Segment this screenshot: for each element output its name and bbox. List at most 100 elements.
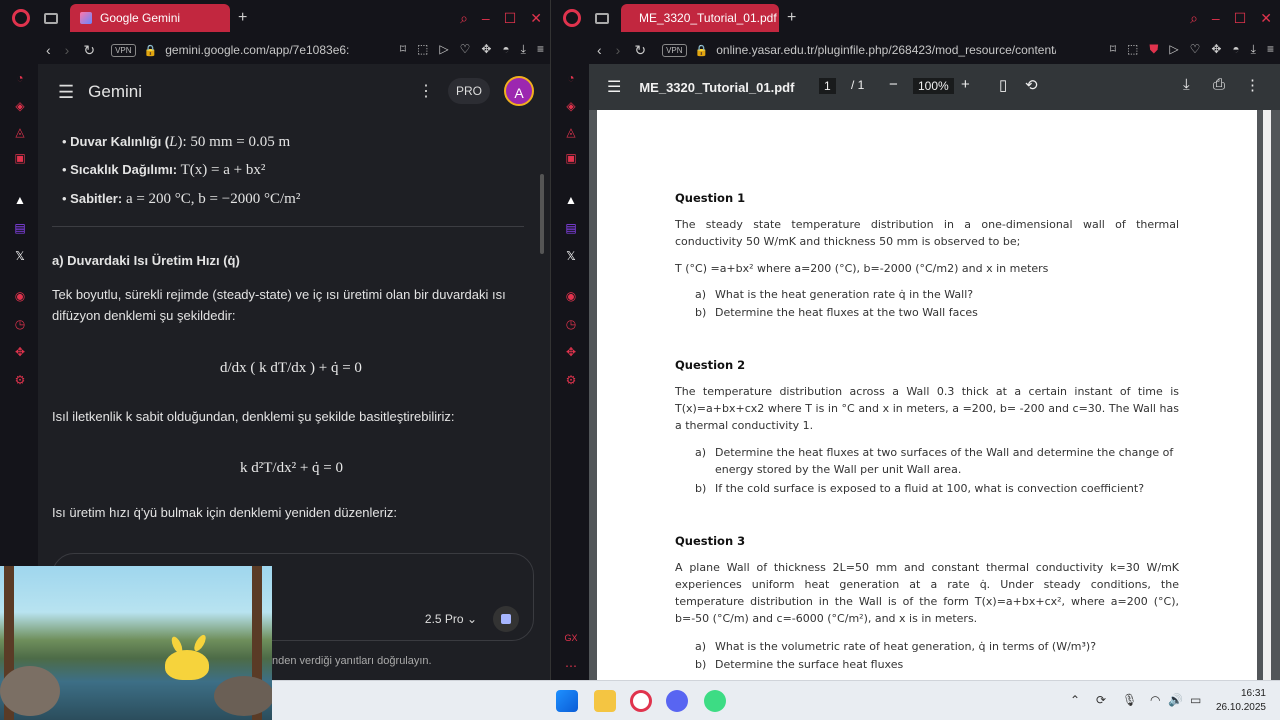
close-button[interactable]: ✕: [1260, 10, 1272, 27]
aria-icon[interactable]: ◔: [12, 70, 28, 86]
ai-icon[interactable]: ▲: [12, 192, 28, 208]
rotate-icon[interactable]: ⟲: [1025, 76, 1038, 94]
discord-icon[interactable]: [666, 690, 688, 712]
workspaces-icon[interactable]: [595, 12, 609, 24]
snapshot-icon[interactable]: ⬚: [417, 42, 428, 57]
maximize-button[interactable]: ☐: [504, 10, 517, 27]
twitch-icon[interactable]: ▤: [563, 220, 579, 236]
new-tab-button[interactable]: +: [238, 9, 247, 27]
more-sidebar-icon[interactable]: ⋯: [563, 658, 579, 674]
heart-icon[interactable]: ♡: [1190, 42, 1201, 57]
model-selector[interactable]: 2.5 Pro ⌄: [425, 612, 477, 626]
menu-icon[interactable]: ≡: [537, 42, 544, 57]
page-number-input[interactable]: 1: [819, 78, 836, 94]
minimize-button[interactable]: –: [482, 10, 490, 27]
vpn-badge[interactable]: VPN: [662, 43, 687, 57]
zoom-in-button[interactable]: +: [961, 76, 970, 93]
reload-button[interactable]: ↻: [83, 42, 95, 59]
tab-pdf[interactable]: ME_3320_Tutorial_01.pdf: [621, 4, 779, 32]
adblock-icon[interactable]: ⛊: [1149, 42, 1158, 57]
opera-gx-taskbar-icon[interactable]: [630, 690, 652, 712]
extensions-sidebar-icon[interactable]: ✥: [12, 344, 28, 360]
bookmark-icon[interactable]: ⌑: [1110, 42, 1116, 57]
extensions-icon[interactable]: ✥: [1211, 42, 1221, 57]
url-field[interactable]: gemini.google.com/app/7e1083e6:: [165, 43, 349, 57]
gx-icon[interactable]: GX: [563, 630, 579, 646]
messenger-icon[interactable]: ◬: [12, 124, 28, 140]
pinboard-icon[interactable]: ▣: [12, 150, 28, 166]
hamburger-menu-icon[interactable]: ☰: [58, 82, 74, 103]
pdf-more-icon[interactable]: ⋮: [1245, 76, 1260, 94]
messenger-icon[interactable]: ◬: [563, 124, 579, 140]
sync-icon[interactable]: ⟳: [1096, 693, 1106, 707]
x-twitter-icon[interactable]: 𝕏: [12, 248, 28, 264]
pro-badge[interactable]: PRO: [447, 78, 490, 104]
clock[interactable]: 16:31 26.10.2025: [1216, 687, 1266, 715]
download-icon[interactable]: ⤓: [521, 42, 526, 57]
tab-gemini[interactable]: Google Gemini: [70, 4, 230, 32]
player-icon[interactable]: ▷: [439, 42, 448, 57]
pdf-download-icon[interactable]: ⤓: [1183, 76, 1190, 93]
extensions-sidebar-icon[interactable]: ✥: [563, 344, 579, 360]
pdf-scrollbar[interactable]: [1263, 110, 1271, 680]
profile-icon[interactable]: ◓: [1232, 42, 1239, 57]
history-icon[interactable]: ◷: [563, 316, 579, 332]
url-field[interactable]: online.yasar.edu.tr/pluginfile.php/26842…: [716, 43, 1056, 57]
volume-icon[interactable]: 🔊: [1168, 693, 1183, 707]
search-tabs-icon[interactable]: ⌕: [460, 10, 468, 27]
snapshot-icon[interactable]: ⬚: [1127, 42, 1138, 57]
file-explorer-icon[interactable]: [594, 690, 616, 712]
forward-button[interactable]: ›: [65, 42, 70, 58]
stop-button[interactable]: [493, 606, 519, 632]
x-twitter-icon[interactable]: 𝕏: [563, 248, 579, 264]
aria-icon[interactable]: ◔: [563, 70, 579, 86]
lock-icon[interactable]: 🔒: [695, 44, 709, 57]
new-tab-button[interactable]: +: [787, 9, 796, 27]
crypto-wallet-icon[interactable]: ◈: [563, 98, 579, 114]
app-icon[interactable]: [704, 690, 726, 712]
back-button[interactable]: ‹: [46, 42, 51, 58]
search-tabs-icon[interactable]: ⌕: [1190, 10, 1198, 27]
ai-icon[interactable]: ▲: [563, 192, 579, 208]
player-icon[interactable]: ▷: [1169, 42, 1178, 57]
opera-logo-icon[interactable]: [12, 9, 30, 27]
pinboard-icon[interactable]: ▣: [563, 150, 579, 166]
tray-chevron-icon[interactable]: ⌃: [1070, 693, 1080, 707]
history-icon[interactable]: ◷: [12, 316, 28, 332]
start-icon[interactable]: [556, 690, 578, 712]
opera-logo-icon[interactable]: [563, 9, 581, 27]
profile-icon[interactable]: ◓: [502, 42, 509, 57]
zoom-out-button[interactable]: −: [889, 76, 898, 93]
maximize-button[interactable]: ☐: [1234, 10, 1247, 27]
minimize-button[interactable]: –: [1212, 10, 1220, 27]
menu-icon[interactable]: ≡: [1267, 42, 1274, 57]
back-button[interactable]: ‹: [597, 42, 602, 58]
print-icon[interactable]: ⎙: [1213, 76, 1225, 93]
settings-icon[interactable]: ⚙: [563, 372, 579, 388]
battery-icon[interactable]: ▭: [1190, 693, 1201, 707]
close-button[interactable]: ✕: [530, 10, 542, 27]
video-thumbnail[interactable]: [0, 566, 272, 720]
reload-button[interactable]: ↻: [634, 42, 646, 59]
lock-icon[interactable]: 🔒: [144, 44, 158, 57]
fit-page-icon[interactable]: ▯: [999, 76, 1007, 94]
wifi-icon[interactable]: ◠: [1150, 693, 1160, 707]
scrollbar[interactable]: [540, 174, 544, 254]
mic-icon[interactable]: 🎙: [1122, 693, 1137, 707]
zoom-input[interactable]: 100%: [913, 78, 954, 94]
settings-icon[interactable]: ⚙: [12, 372, 28, 388]
extensions-icon[interactable]: ✥: [481, 42, 491, 57]
player-sidebar-icon[interactable]: ◉: [12, 288, 28, 304]
heart-icon[interactable]: ♡: [460, 42, 471, 57]
forward-button[interactable]: ›: [616, 42, 621, 58]
player-sidebar-icon[interactable]: ◉: [563, 288, 579, 304]
more-options-icon[interactable]: ⋮: [418, 81, 434, 101]
workspaces-icon[interactable]: [44, 12, 58, 24]
pdf-menu-icon[interactable]: ☰: [607, 77, 621, 97]
crypto-wallet-icon[interactable]: ◈: [12, 98, 28, 114]
vpn-badge[interactable]: VPN: [111, 43, 136, 57]
bookmark-icon[interactable]: ⌑: [400, 42, 406, 57]
twitch-icon[interactable]: ▤: [12, 220, 28, 236]
avatar[interactable]: A: [504, 76, 534, 106]
download-icon[interactable]: ⤓: [1251, 42, 1256, 57]
